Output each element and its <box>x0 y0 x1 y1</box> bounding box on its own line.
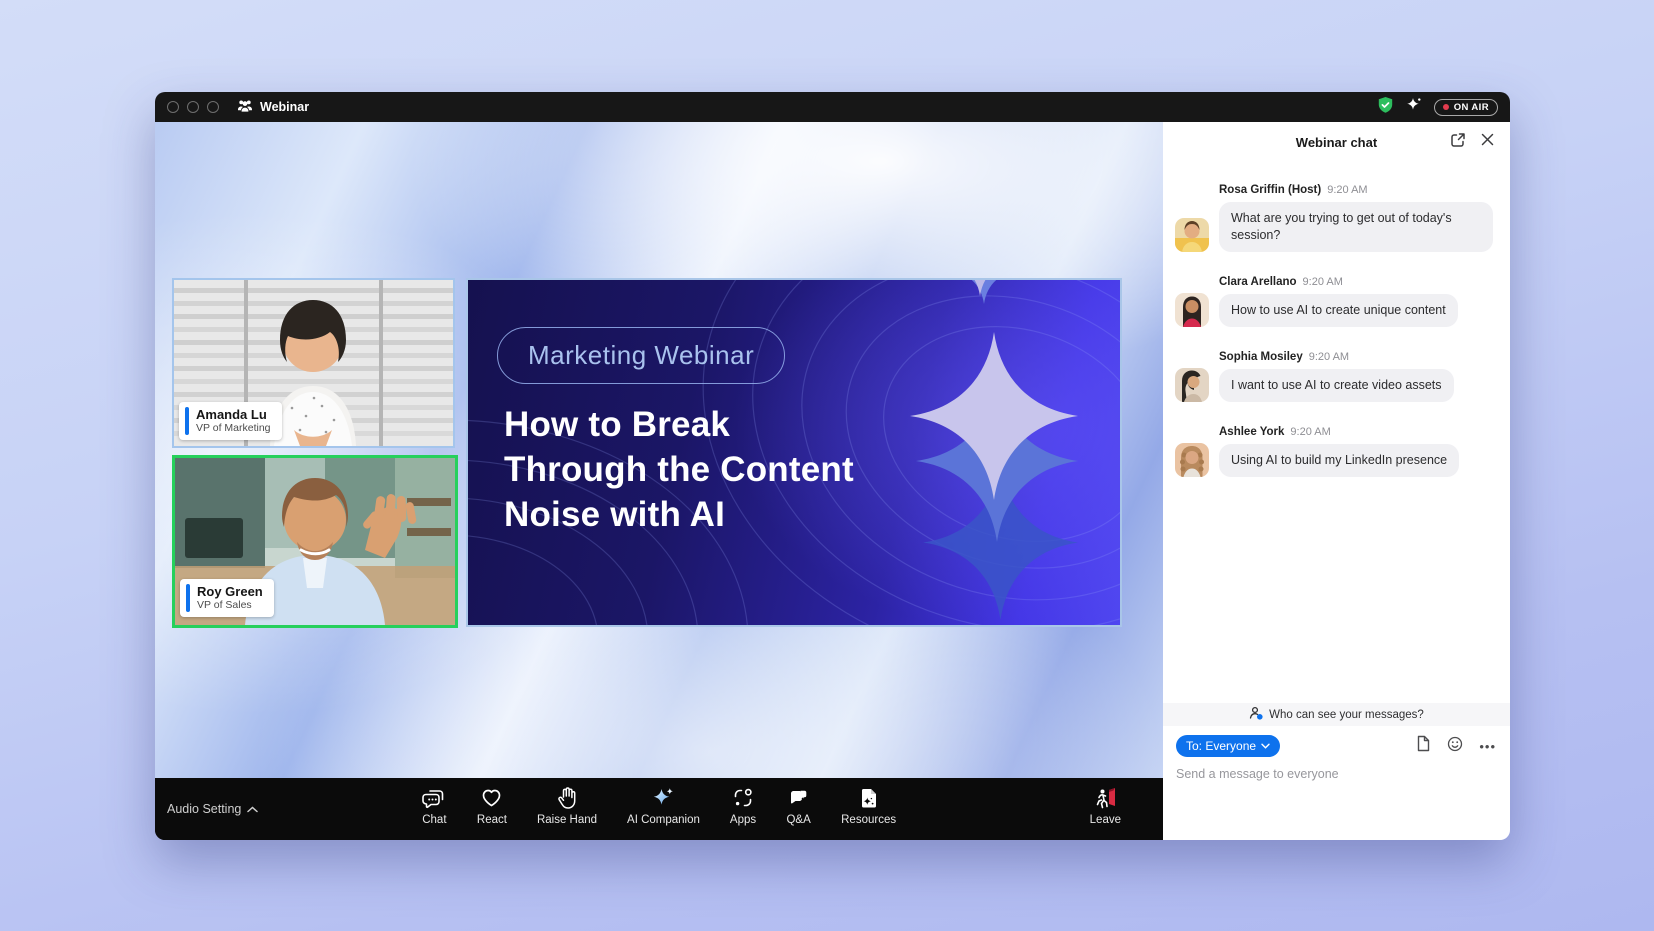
avatar-sophia <box>1175 368 1209 402</box>
avatar-clara <box>1175 293 1209 327</box>
slide-title-line: Through the Content <box>504 447 854 492</box>
resources-icon <box>858 785 880 811</box>
video-tile-roy-active-speaker: Roy Green VP of Sales <box>172 455 458 628</box>
chevron-down-icon <box>1261 743 1270 749</box>
video-stage: Amanda Lu VP of Marketing <box>155 122 1163 840</box>
window-controls <box>167 101 219 113</box>
minimize-window-button[interactable] <box>187 101 199 113</box>
on-air-dot <box>1443 104 1449 110</box>
chat-message: Sophia Mosiley 9:20 AM I want to use AI t… <box>1175 351 1496 402</box>
slide-title: How to Break Through the Content Noise w… <box>504 402 854 537</box>
resources-label: Resources <box>841 814 896 826</box>
message-time: 9:20 AM <box>1303 276 1343 288</box>
message-time: 9:20 AM <box>1327 184 1367 196</box>
leave-icon <box>1092 785 1119 811</box>
more-options-icon[interactable]: ••• <box>1479 739 1496 754</box>
speaker-role: VP of Sales <box>197 599 263 612</box>
zoom-window-button[interactable] <box>207 101 219 113</box>
pop-out-icon[interactable] <box>1450 132 1466 153</box>
chat-message: Ashlee York 9:20 AM Using AI to build my … <box>1175 426 1496 477</box>
close-window-button[interactable] <box>167 101 179 113</box>
message-author: Rosa Griffin (Host) <box>1219 184 1321 196</box>
chat-message-list: Rosa Griffin (Host) 9:20 AM What are you … <box>1163 162 1510 703</box>
ai-companion-sparkle-icon <box>650 785 676 811</box>
chat-composer: To: Everyone <box>1163 726 1510 840</box>
heart-icon <box>479 785 504 811</box>
privacy-notice-text: Who can see your messages? <box>1269 709 1424 721</box>
video-tile-amanda: Amanda Lu VP of Marketing <box>172 278 455 448</box>
emoji-icon[interactable] <box>1447 736 1463 757</box>
meeting-toolbar: Audio Setting <box>155 778 1163 840</box>
slide-title-line: Noise with AI <box>504 492 854 537</box>
on-air-label: ON AIR <box>1454 102 1489 113</box>
message-bubble: How to use AI to create unique content <box>1219 294 1458 327</box>
raise-hand-button[interactable]: Raise Hand <box>537 785 597 826</box>
chat-icon <box>422 785 447 811</box>
webinar-chat-panel: Webinar chat <box>1163 122 1510 840</box>
qa-button[interactable]: Q&A <box>786 785 811 826</box>
message-author: Sophia Mosiley <box>1219 351 1303 363</box>
speaker-name: Roy Green <box>197 584 263 599</box>
message-bubble: What are you trying to get out of today'… <box>1219 202 1493 252</box>
apps-label: Apps <box>730 814 756 826</box>
attach-file-icon[interactable] <box>1416 735 1431 757</box>
chat-message: Rosa Griffin (Host) 9:20 AM What are you … <box>1175 184 1496 252</box>
leave-button[interactable]: Leave <box>1090 785 1121 826</box>
message-input[interactable]: Send a message to everyone <box>1176 767 1496 781</box>
chat-message: Clara Arellano 9:20 AM How to use AI to c… <box>1175 276 1496 327</box>
apps-button[interactable]: Apps <box>730 785 756 826</box>
desktop-background: Webinar ON AIR <box>0 0 1654 931</box>
ai-companion-label: AI Companion <box>627 814 700 826</box>
nametag-accent-bar <box>185 407 189 435</box>
react-label: React <box>477 814 507 826</box>
nametag-roy: Roy Green VP of Sales <box>180 579 274 617</box>
on-air-badge: ON AIR <box>1434 99 1498 116</box>
chat-button[interactable]: Chat <box>422 785 447 826</box>
webinar-window: Webinar ON AIR <box>155 92 1510 840</box>
recipient-selector[interactable]: To: Everyone <box>1176 735 1280 757</box>
speaker-role: VP of Marketing <box>196 422 271 435</box>
message-author: Ashlee York <box>1219 426 1284 438</box>
security-shield-icon[interactable] <box>1377 96 1394 119</box>
titlebar: Webinar ON AIR <box>155 92 1510 122</box>
app-title-group: Webinar <box>237 99 309 116</box>
message-bubble: I want to use AI to create video assets <box>1219 369 1454 402</box>
nametag-amanda: Amanda Lu VP of Marketing <box>179 402 282 440</box>
nametag-accent-bar <box>186 584 190 612</box>
recipient-label: To: Everyone <box>1186 739 1256 753</box>
react-button[interactable]: React <box>477 785 507 826</box>
resources-button[interactable]: Resources <box>841 785 896 826</box>
message-bubble: Using AI to build my LinkedIn presence <box>1219 444 1459 477</box>
avatar-rosa <box>1175 218 1209 252</box>
app-title: Webinar <box>260 100 309 114</box>
qa-label: Q&A <box>786 814 810 826</box>
message-author: Clara Arellano <box>1219 276 1297 288</box>
raise-hand-label: Raise Hand <box>537 814 597 826</box>
close-chat-icon[interactable] <box>1481 133 1494 151</box>
chat-header: Webinar chat <box>1163 122 1510 162</box>
privacy-notice-bar[interactable]: Who can see your messages? <box>1163 703 1510 726</box>
slide-title-line: How to Break <box>504 402 854 447</box>
ai-companion-status-icon[interactable] <box>1405 96 1423 119</box>
qa-icon <box>786 785 811 811</box>
raise-hand-icon <box>556 785 578 811</box>
ai-companion-button[interactable]: AI Companion <box>627 785 700 826</box>
chat-label: Chat <box>422 814 446 826</box>
shared-presentation-slide: Marketing Webinar How to Break Through t… <box>466 278 1122 627</box>
leave-label: Leave <box>1090 814 1121 826</box>
avatar-ashlee <box>1175 443 1209 477</box>
message-time: 9:20 AM <box>1290 426 1330 438</box>
participants-icon <box>237 99 253 116</box>
message-time: 9:20 AM <box>1309 351 1349 363</box>
apps-icon <box>731 785 755 811</box>
speaker-name: Amanda Lu <box>196 407 271 422</box>
who-can-see-icon <box>1249 706 1263 723</box>
slide-badge: Marketing Webinar <box>497 327 785 384</box>
